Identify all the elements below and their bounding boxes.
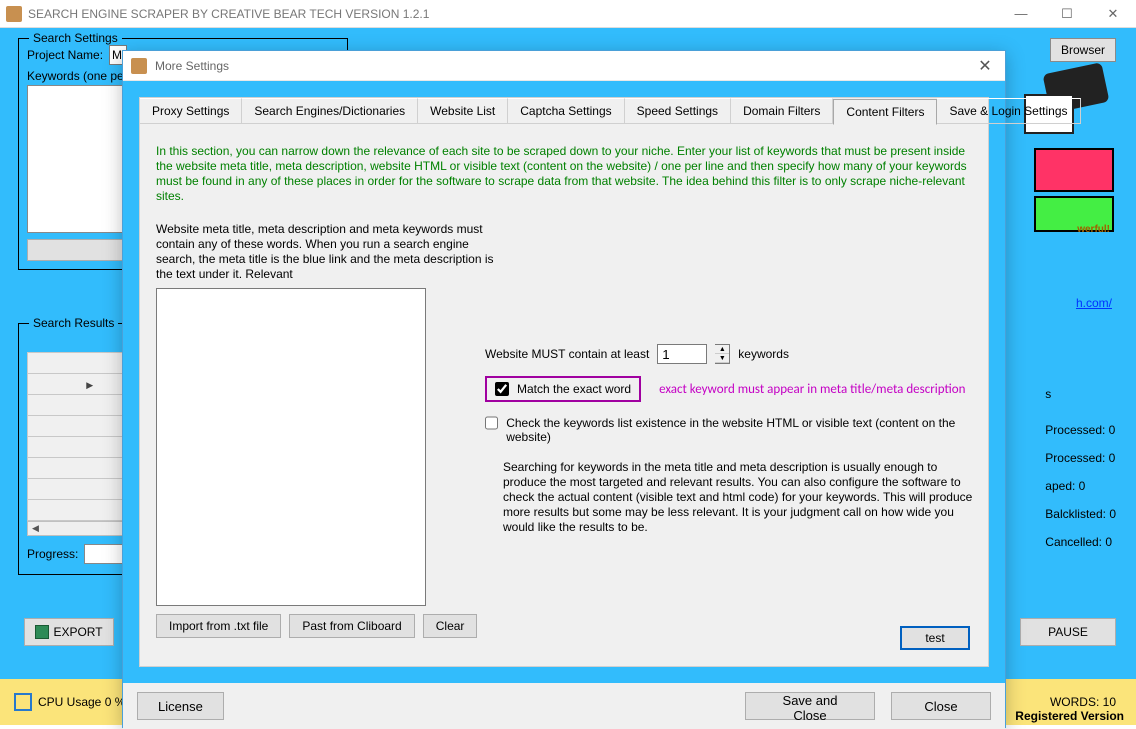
progress-label: Progress:	[27, 547, 78, 561]
cpu-usage-label: CPU Usage 0 %	[38, 695, 125, 709]
browser-button[interactable]: Browser	[1050, 38, 1116, 62]
meta-keywords-textarea[interactable]	[156, 288, 426, 606]
minimize-button[interactable]: —	[998, 0, 1044, 28]
check-html-label: Check the keywords list existence in the…	[506, 416, 975, 444]
test-button[interactable]: test	[900, 626, 970, 650]
search-settings-legend: Search Settings	[29, 31, 122, 45]
dialog-title: More Settings	[155, 59, 965, 73]
match-exact-word-label: Match the exact word	[517, 382, 631, 396]
project-name-label: Project Name:	[27, 48, 103, 62]
stats-panel: s Processed: 0 Processed: 0 aped: 0 Balc…	[1045, 380, 1116, 556]
more-settings-dialog: More Settings ✕ Proxy Settings Search En…	[122, 50, 1006, 728]
main-titlebar: SEARCH ENGINE SCRAPER BY CREATIVE BEAR T…	[0, 0, 1136, 28]
meta-keywords-description: Website meta title, meta description and…	[156, 222, 496, 282]
intro-text: In this section, you can narrow down the…	[156, 144, 972, 204]
tab-speed-settings[interactable]: Speed Settings	[625, 98, 731, 124]
close-button[interactable]: ✕	[1090, 0, 1136, 28]
site-link[interactable]: h.com/	[1076, 296, 1112, 310]
match-exact-word-checkbox[interactable]	[495, 382, 509, 396]
registered-label: Registered Version	[1015, 709, 1124, 723]
keyword-count-spinner[interactable]: ▲▼	[715, 344, 730, 364]
app-icon	[6, 6, 22, 22]
logo-graphic: werful!	[1004, 68, 1114, 208]
dialog-close-button[interactable]: ✕	[965, 56, 1005, 76]
export-button[interactable]: EXPORT	[24, 618, 114, 646]
license-button[interactable]: License	[137, 692, 224, 720]
must-contain-label: Website MUST contain at least	[485, 347, 649, 361]
save-and-close-button[interactable]: Save and Close	[745, 692, 875, 720]
search-results-legend: Search Results	[29, 316, 118, 330]
check-html-checkbox[interactable]	[485, 416, 498, 430]
tab-captcha-settings[interactable]: Captcha Settings	[508, 98, 624, 124]
keywords-suffix-label: keywords	[738, 347, 789, 361]
app-title: SEARCH ENGINE SCRAPER BY CREATIVE BEAR T…	[28, 7, 998, 21]
tab-domain-filters[interactable]: Domain Filters	[731, 98, 833, 124]
tab-strip: Proxy Settings Search Engines/Dictionari…	[140, 98, 988, 124]
tab-website-list[interactable]: Website List	[418, 98, 508, 124]
tab-save-login[interactable]: Save & Login Settings	[937, 98, 1080, 124]
clear-meta-button[interactable]: Clear	[423, 614, 478, 638]
cpu-icon	[14, 693, 32, 711]
tab-search-engines[interactable]: Search Engines/Dictionaries	[242, 98, 418, 124]
dialog-icon	[131, 58, 147, 74]
tab-proxy-settings[interactable]: Proxy Settings	[140, 98, 242, 124]
import-txt-button[interactable]: Import from .txt file	[156, 614, 281, 638]
maximize-button[interactable]: ☐	[1044, 0, 1090, 28]
relevance-note: Searching for keywords in the meta title…	[503, 460, 975, 535]
close-dialog-button[interactable]: Close	[891, 692, 991, 720]
tab-content-filters[interactable]: Content Filters	[833, 99, 937, 125]
annotation-text: exact keyword must appear in meta title/…	[659, 382, 965, 397]
keyword-count: WORDS: 10	[1050, 695, 1116, 709]
keyword-count-input[interactable]	[657, 344, 707, 364]
excel-icon	[35, 625, 49, 639]
pause-button[interactable]: PAUSE	[1020, 618, 1116, 646]
paste-clipboard-button[interactable]: Past from Cliboard	[289, 614, 414, 638]
